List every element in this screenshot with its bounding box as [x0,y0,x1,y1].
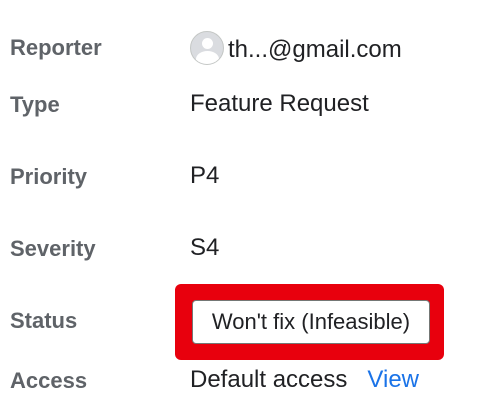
access-text: Default access [190,366,348,393]
access-value: Default access View [190,368,419,392]
view-access-link[interactable]: View [367,368,419,392]
severity-value[interactable]: S4 [190,236,219,260]
reporter-value[interactable]: th...@gmail.com [190,31,402,65]
priority-value[interactable]: P4 [190,164,219,188]
avatar-icon [190,31,224,65]
reporter-email[interactable]: th...@gmail.com [228,38,402,62]
type-label: Type [10,92,60,117]
type-value[interactable]: Feature Request [190,92,369,116]
status-button[interactable]: Won't fix (Infeasible) [192,300,430,344]
access-label: Access [10,368,88,393]
severity-label: Severity [10,236,96,261]
reporter-label: Reporter [10,35,102,60]
priority-label: Priority [10,164,88,189]
status-label: Status [10,308,78,333]
